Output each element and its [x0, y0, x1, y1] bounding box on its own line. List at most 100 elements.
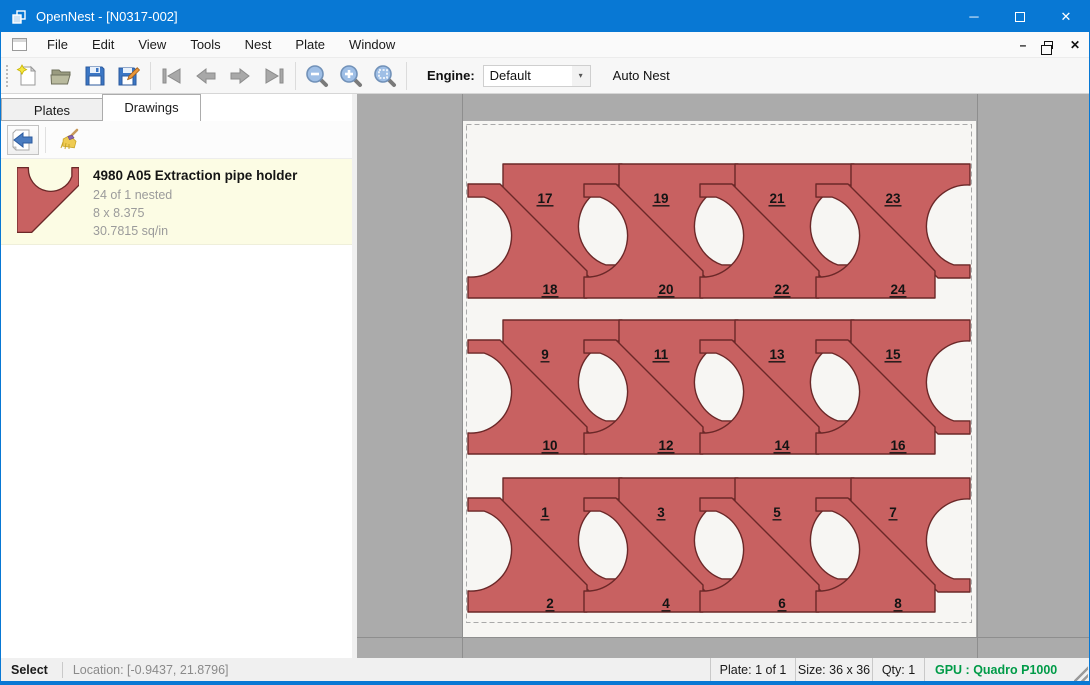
part-number: 6 [778, 596, 786, 611]
part-number: 3 [657, 505, 665, 520]
nav-last-icon [261, 63, 287, 89]
tab-plates[interactable]: Plates [1, 98, 102, 121]
next-plate-button[interactable] [223, 60, 257, 92]
main-toolbar: Engine: Default ▾ Auto Nest [1, 58, 1089, 94]
panel-toolbar-separator [45, 127, 46, 153]
maximize-button[interactable] [997, 1, 1043, 32]
drawing-nested-count: 24 of 1 nested [93, 186, 297, 204]
part-number: 11 [654, 347, 669, 362]
part-number: 12 [658, 438, 673, 453]
part-number: 1 [541, 505, 549, 520]
nav-next-icon [227, 63, 253, 89]
maximize-icon [1015, 12, 1025, 22]
part-number: 22 [774, 282, 789, 297]
save-as-button[interactable] [112, 60, 146, 92]
drawing-title: 4980 A05 Extraction pipe holder [93, 168, 297, 183]
mdi-restore-icon [1044, 41, 1053, 49]
menu-nest[interactable]: Nest [233, 33, 284, 56]
zoom-in-icon [338, 63, 364, 89]
zoom-in-button[interactable] [334, 60, 368, 92]
page-edge-guide [357, 637, 1090, 638]
zoom-fit-icon [372, 63, 398, 89]
mdi-close-button[interactable]: ✕ [1067, 38, 1083, 52]
engine-label: Engine: [427, 68, 475, 83]
part-number: 15 [885, 347, 901, 362]
cursor-location: Location: [-0.9437, 21.8796] [63, 663, 710, 677]
app-window: OpenNest - [N0317-002] ─ ✕ File Edit Vie… [0, 0, 1090, 685]
part-number: 19 [653, 191, 668, 206]
plate-size: Size: 36 x 36 [795, 658, 872, 681]
mdi-document-icon[interactable] [12, 38, 27, 51]
zoom-out-button[interactable] [300, 60, 334, 92]
close-button[interactable]: ✕ [1043, 1, 1089, 32]
toolbar-separator [295, 62, 296, 90]
auto-nest-button[interactable]: Auto Nest [605, 63, 678, 88]
tab-strip: Plates Drawings [1, 94, 352, 121]
part-number: 7 [889, 505, 897, 520]
main-body: Plates Drawings [1, 94, 1089, 660]
save-as-icon [117, 64, 141, 88]
chevron-down-icon: ▾ [572, 66, 590, 86]
clear-button[interactable] [52, 125, 84, 155]
sidebar: Plates Drawings [1, 94, 352, 660]
nested-parts-drawing[interactable]: 171819202122232491011121314151612345678 [463, 121, 976, 637]
drawing-list-item[interactable]: 4980 A05 Extraction pipe holder 24 of 1 … [1, 159, 352, 245]
part-number: 9 [541, 347, 549, 362]
new-file-icon [15, 64, 39, 88]
nest-canvas[interactable]: 171819202122232491011121314151612345678 [357, 94, 1090, 660]
drawing-size: 8 x 8.375 [93, 204, 297, 222]
part-number: 5 [773, 505, 781, 520]
mdi-minimize-button[interactable]: – [1015, 38, 1031, 52]
open-file-button[interactable] [44, 60, 78, 92]
last-plate-button[interactable] [257, 60, 291, 92]
minimize-button[interactable]: ─ [951, 1, 997, 32]
part-number: 8 [894, 596, 902, 611]
part-number: 21 [769, 191, 785, 206]
new-file-button[interactable] [10, 60, 44, 92]
menu-file[interactable]: File [35, 33, 80, 56]
menu-window[interactable]: Window [337, 33, 407, 56]
toolbar-separator [406, 62, 407, 90]
open-folder-icon [49, 64, 73, 88]
plate-qty: Qty: 1 [872, 658, 924, 681]
zoom-out-icon [304, 63, 330, 89]
mdi-restore-button[interactable] [1041, 41, 1057, 49]
plate-count: Plate: 1 of 1 [710, 658, 795, 681]
engine-value: Default [490, 68, 531, 83]
window-title: OpenNest - [N0317-002] [36, 9, 178, 24]
drawing-area: 30.7815 sq/in [93, 222, 297, 240]
engine-select[interactable]: Default ▾ [483, 65, 591, 87]
part-number: 14 [774, 438, 790, 453]
part-number: 17 [537, 191, 552, 206]
broom-icon [56, 128, 80, 152]
title-bar: OpenNest - [N0317-002] ─ ✕ [1, 1, 1089, 32]
part-number: 16 [890, 438, 906, 453]
part-number: 13 [769, 347, 785, 362]
part-thumbnail [17, 167, 79, 233]
mode-indicator: Select [1, 663, 62, 677]
part-number: 24 [890, 282, 906, 297]
plate-sheet[interactable]: 171819202122232491011121314151612345678 [463, 121, 976, 637]
resize-grip[interactable] [1074, 658, 1088, 681]
zoom-fit-button[interactable] [368, 60, 402, 92]
save-icon [83, 64, 107, 88]
part-number: 20 [658, 282, 673, 297]
first-plate-button[interactable] [155, 60, 189, 92]
menu-plate[interactable]: Plate [283, 33, 337, 56]
menu-view[interactable]: View [126, 33, 178, 56]
part-number: 4 [662, 596, 670, 611]
toolbar-separator [150, 62, 151, 90]
back-arrow-page-icon [11, 128, 35, 152]
part-number: 23 [885, 191, 901, 206]
part-number: 2 [546, 596, 554, 611]
gpu-indicator: GPU : Quadro P1000 [924, 658, 1074, 681]
status-bar: Select Location: [-0.9437, 21.8796] Plat… [1, 658, 1089, 684]
save-button[interactable] [78, 60, 112, 92]
tab-drawings[interactable]: Drawings [102, 94, 201, 121]
menu-edit[interactable]: Edit [80, 33, 126, 56]
nav-first-icon [159, 63, 185, 89]
drawings-toolbar [1, 121, 352, 159]
return-to-drawing-button[interactable] [7, 125, 39, 155]
menu-tools[interactable]: Tools [178, 33, 232, 56]
previous-plate-button[interactable] [189, 60, 223, 92]
